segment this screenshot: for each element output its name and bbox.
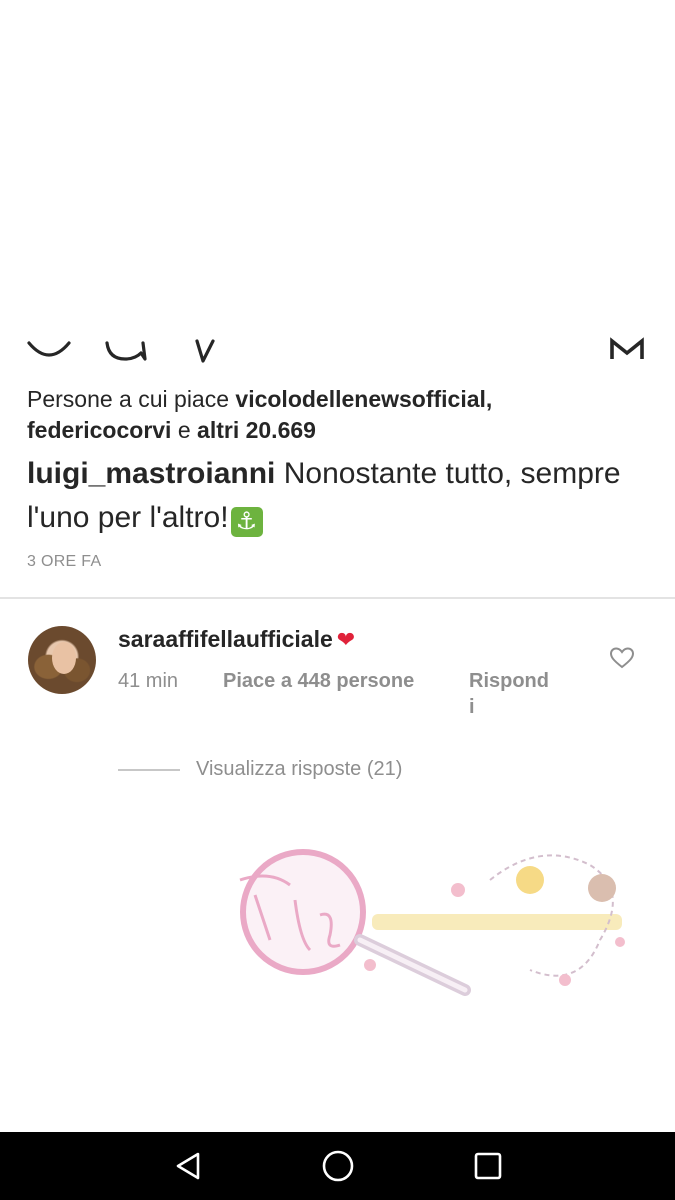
avatar[interactable]	[28, 626, 96, 694]
like-button[interactable]	[22, 330, 76, 370]
home-button[interactable]	[298, 1132, 378, 1200]
likes-summary[interactable]: Persone a cui piace vicolodellenewsoffic…	[27, 384, 647, 446]
bookmark-icon	[610, 337, 644, 359]
home-circle-icon	[322, 1150, 354, 1182]
comment-likes-button[interactable]: Piace a 448 persone	[223, 668, 414, 694]
comment-time: 41 min	[118, 670, 179, 692]
post-action-bar	[0, 330, 675, 370]
save-button[interactable]	[604, 330, 650, 370]
post-timestamp: 3 ORE FA	[27, 553, 102, 570]
heart-outline-icon	[609, 647, 635, 669]
back-triangle-icon	[176, 1152, 200, 1180]
android-navigation-bar	[0, 1132, 675, 1200]
liker-link[interactable]: federicocorvi	[27, 417, 171, 443]
likes-conjunction: e	[171, 417, 198, 443]
comment-icon	[105, 341, 147, 361]
divider	[0, 597, 675, 599]
view-replies-label: Visualizza risposte (21)	[196, 758, 403, 780]
replies-line	[118, 768, 180, 771]
view-replies-button[interactable]: Visualizza risposte (21)	[118, 758, 402, 781]
post-caption: luigi_mastroianni Nonostante tutto, semp…	[27, 452, 647, 540]
anchor-emoji: ⚓	[230, 507, 263, 537]
comment-header: saraaffifellaufficiale ❤	[118, 626, 355, 653]
liker-link[interactable]: vicolodellenewsofficial,	[235, 386, 492, 412]
heart-emoji-icon: ❤	[336, 627, 356, 652]
recents-button[interactable]	[448, 1132, 528, 1200]
recents-square-icon	[474, 1152, 502, 1180]
heart-outline-icon	[27, 341, 71, 357]
caption-username[interactable]: luigi_mastroianni	[27, 457, 275, 490]
likes-prefix: Persone a cui piace	[27, 386, 236, 412]
watermark-logo	[200, 840, 640, 1005]
avatar-face	[52, 642, 76, 674]
comment-button[interactable]	[98, 330, 152, 370]
likes-others-link[interactable]: altri 20.669	[197, 417, 316, 443]
share-button[interactable]	[184, 330, 224, 370]
back-button[interactable]	[148, 1132, 228, 1200]
comment-like-button[interactable]	[609, 646, 635, 670]
send-icon	[195, 339, 215, 363]
post-image[interactable]	[0, 0, 675, 325]
reply-button[interactable]: Rispondi	[469, 668, 549, 720]
comment-username[interactable]: saraaffifellaufficiale	[118, 626, 333, 652]
